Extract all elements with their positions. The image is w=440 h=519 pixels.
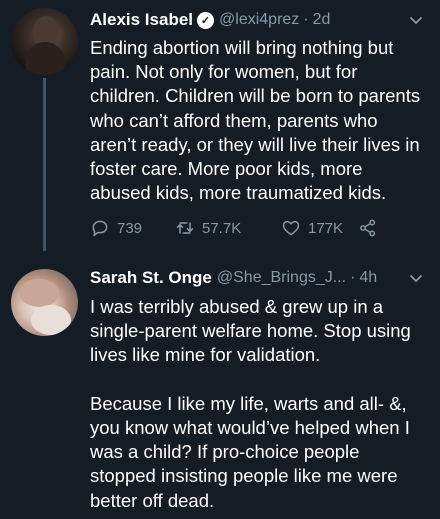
display-name[interactable]: Alexis Isabel [90,10,193,30]
tweet[interactable]: Sarah St. Onge @She_Brings_J... · 4h I w… [0,255,440,519]
retweet-icon [176,222,194,234]
reply-icon [92,220,108,237]
reply-button[interactable]: 739 [90,218,142,238]
tweet-header: Sarah St. Onge @She_Brings_J... · 4h [90,266,428,290]
share-icon [360,219,376,237]
reply-count: 739 [117,219,143,237]
avatar-baby [31,305,71,335]
tweet-text: Ending abortion will bring nothing but p… [90,37,421,204]
separator-dot: · [303,11,309,28]
tweet[interactable]: Alexis Isabel ✓ @lexi4prez · 2d Ending a… [0,0,440,252]
avatar[interactable] [11,269,78,336]
tweet-text: I was terribly abused & grew up in a sin… [90,296,411,511]
chevron-down-icon[interactable] [408,12,424,28]
thread-connector [43,78,46,251]
retweet-button[interactable]: 57.7K [175,218,241,238]
timestamp[interactable]: 4h [359,269,377,287]
share-button[interactable] [358,218,385,238]
separator-dot: · [350,269,356,286]
avatar-face [19,279,59,307]
retweet-count: 57.7K [202,219,242,237]
chevron-down-icon[interactable] [408,270,424,286]
tweet-header: Alexis Isabel ✓ @lexi4prez · 2d [90,8,428,32]
tweet-actions: 739 57.7K 177K [90,216,428,240]
heart-icon [282,220,300,236]
user-handle[interactable]: @She_Brings_J... [217,269,346,287]
timestamp[interactable]: 2d [313,11,331,29]
avatar-shoulders [25,42,65,75]
avatar[interactable] [11,8,78,75]
like-count: 177K [308,219,344,237]
verified-badge-icon: ✓ [197,11,215,29]
user-handle[interactable]: @lexi4prez [219,11,299,29]
display-name[interactable]: Sarah St. Onge [90,268,212,288]
like-button[interactable]: 177K [281,218,343,238]
timeline: Alexis Isabel ✓ @lexi4prez · 2d Ending a… [0,0,440,519]
